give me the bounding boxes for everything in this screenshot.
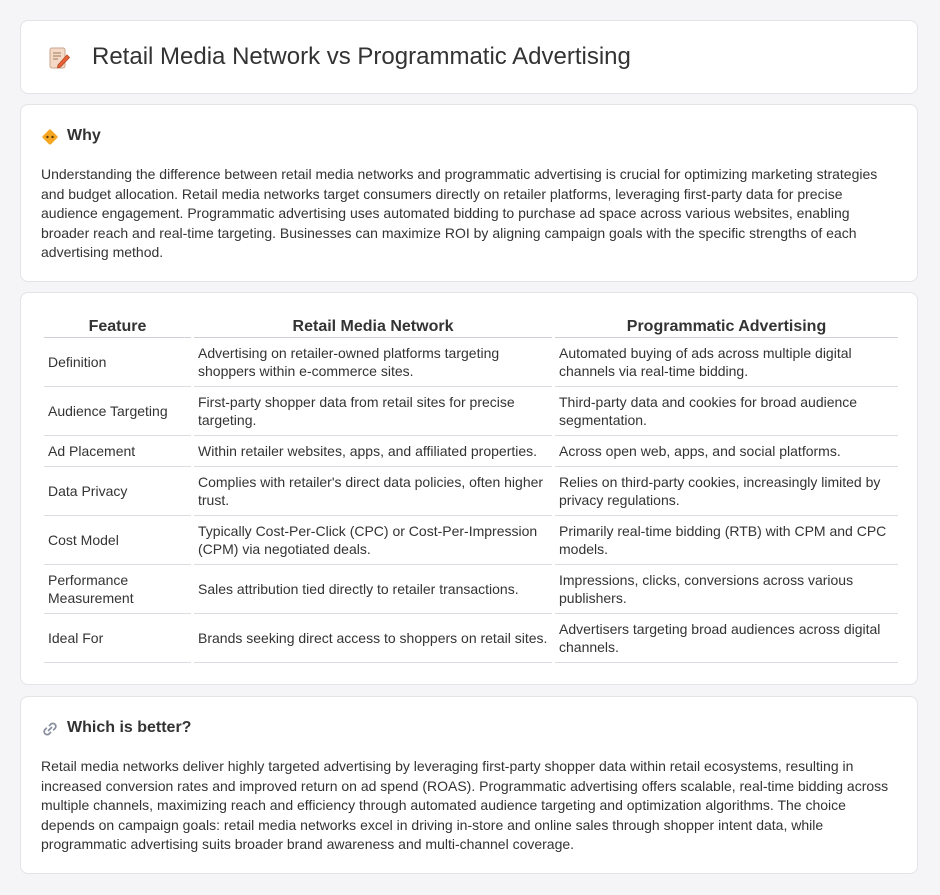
diamond-warning-icon [42, 129, 58, 145]
table-row: Performance Measurement Sales attributio… [44, 565, 898, 614]
edit-document-icon [49, 47, 71, 69]
retail-media-cell: First-party shopper data from retail sit… [194, 387, 552, 436]
table-row: Definition Advertising on retailer-owned… [44, 338, 898, 387]
programmatic-cell: Automated buying of ads across multiple … [555, 338, 898, 387]
feature-cell: Data Privacy [44, 467, 191, 516]
retail-media-cell: Within retailer websites, apps, and affi… [194, 436, 552, 467]
programmatic-cell: Relies on third-party cookies, increasin… [555, 467, 898, 516]
better-title: Which is better? [67, 719, 192, 736]
header-programmatic-advertising: Programmatic Advertising [555, 315, 898, 338]
comparison-card: Feature Retail Media Network Programmati… [20, 292, 918, 685]
retail-media-cell: Advertising on retailer-owned platforms … [194, 338, 552, 387]
table-row: Ideal For Brands seeking direct access t… [44, 614, 898, 663]
why-text: Understanding the difference between ret… [41, 166, 878, 260]
page-title: Retail Media Network vs Programmatic Adv… [92, 43, 631, 70]
header-feature: Feature [44, 315, 191, 338]
feature-cell: Ideal For [44, 614, 191, 663]
retail-media-cell: Typically Cost-Per-Click (CPC) or Cost-P… [194, 516, 552, 565]
which-is-better-card: Which is better? Retail media networks d… [20, 696, 918, 874]
feature-cell: Definition [44, 338, 191, 387]
programmatic-cell: Across open web, apps, and social platfo… [555, 436, 898, 467]
header-retail-media-network: Retail Media Network [194, 315, 552, 338]
table-row: Cost Model Typically Cost-Per-Click (CPC… [44, 516, 898, 565]
retail-media-cell: Brands seeking direct access to shoppers… [194, 614, 552, 663]
retail-media-cell: Complies with retailer's direct data pol… [194, 467, 552, 516]
table-row: Data Privacy Complies with retailer's di… [44, 467, 898, 516]
why-card: Why Understanding the difference between… [20, 104, 918, 282]
programmatic-cell: Advertisers targeting broad audiences ac… [555, 614, 898, 663]
retail-media-cell: Sales attribution tied directly to retai… [194, 565, 552, 614]
programmatic-cell: Third-party data and cookies for broad a… [555, 387, 898, 436]
feature-cell: Audience Targeting [44, 387, 191, 436]
feature-cell: Cost Model [44, 516, 191, 565]
link-icon [43, 722, 57, 736]
table-row: Audience Targeting First-party shopper d… [44, 387, 898, 436]
title-card: Retail Media Network vs Programmatic Adv… [20, 20, 918, 94]
feature-cell: Ad Placement [44, 436, 191, 467]
programmatic-cell: Impressions, clicks, conversions across … [555, 565, 898, 614]
comparison-table: Feature Retail Media Network Programmati… [41, 315, 901, 663]
why-title: Why [67, 127, 101, 144]
programmatic-cell: Primarily real-time bidding (RTB) with C… [555, 516, 898, 565]
better-text: Retail media networks deliver highly tar… [41, 758, 889, 852]
feature-cell: Performance Measurement [44, 565, 191, 614]
table-row: Ad Placement Within retailer websites, a… [44, 436, 898, 467]
table-header-row: Feature Retail Media Network Programmati… [44, 315, 898, 338]
